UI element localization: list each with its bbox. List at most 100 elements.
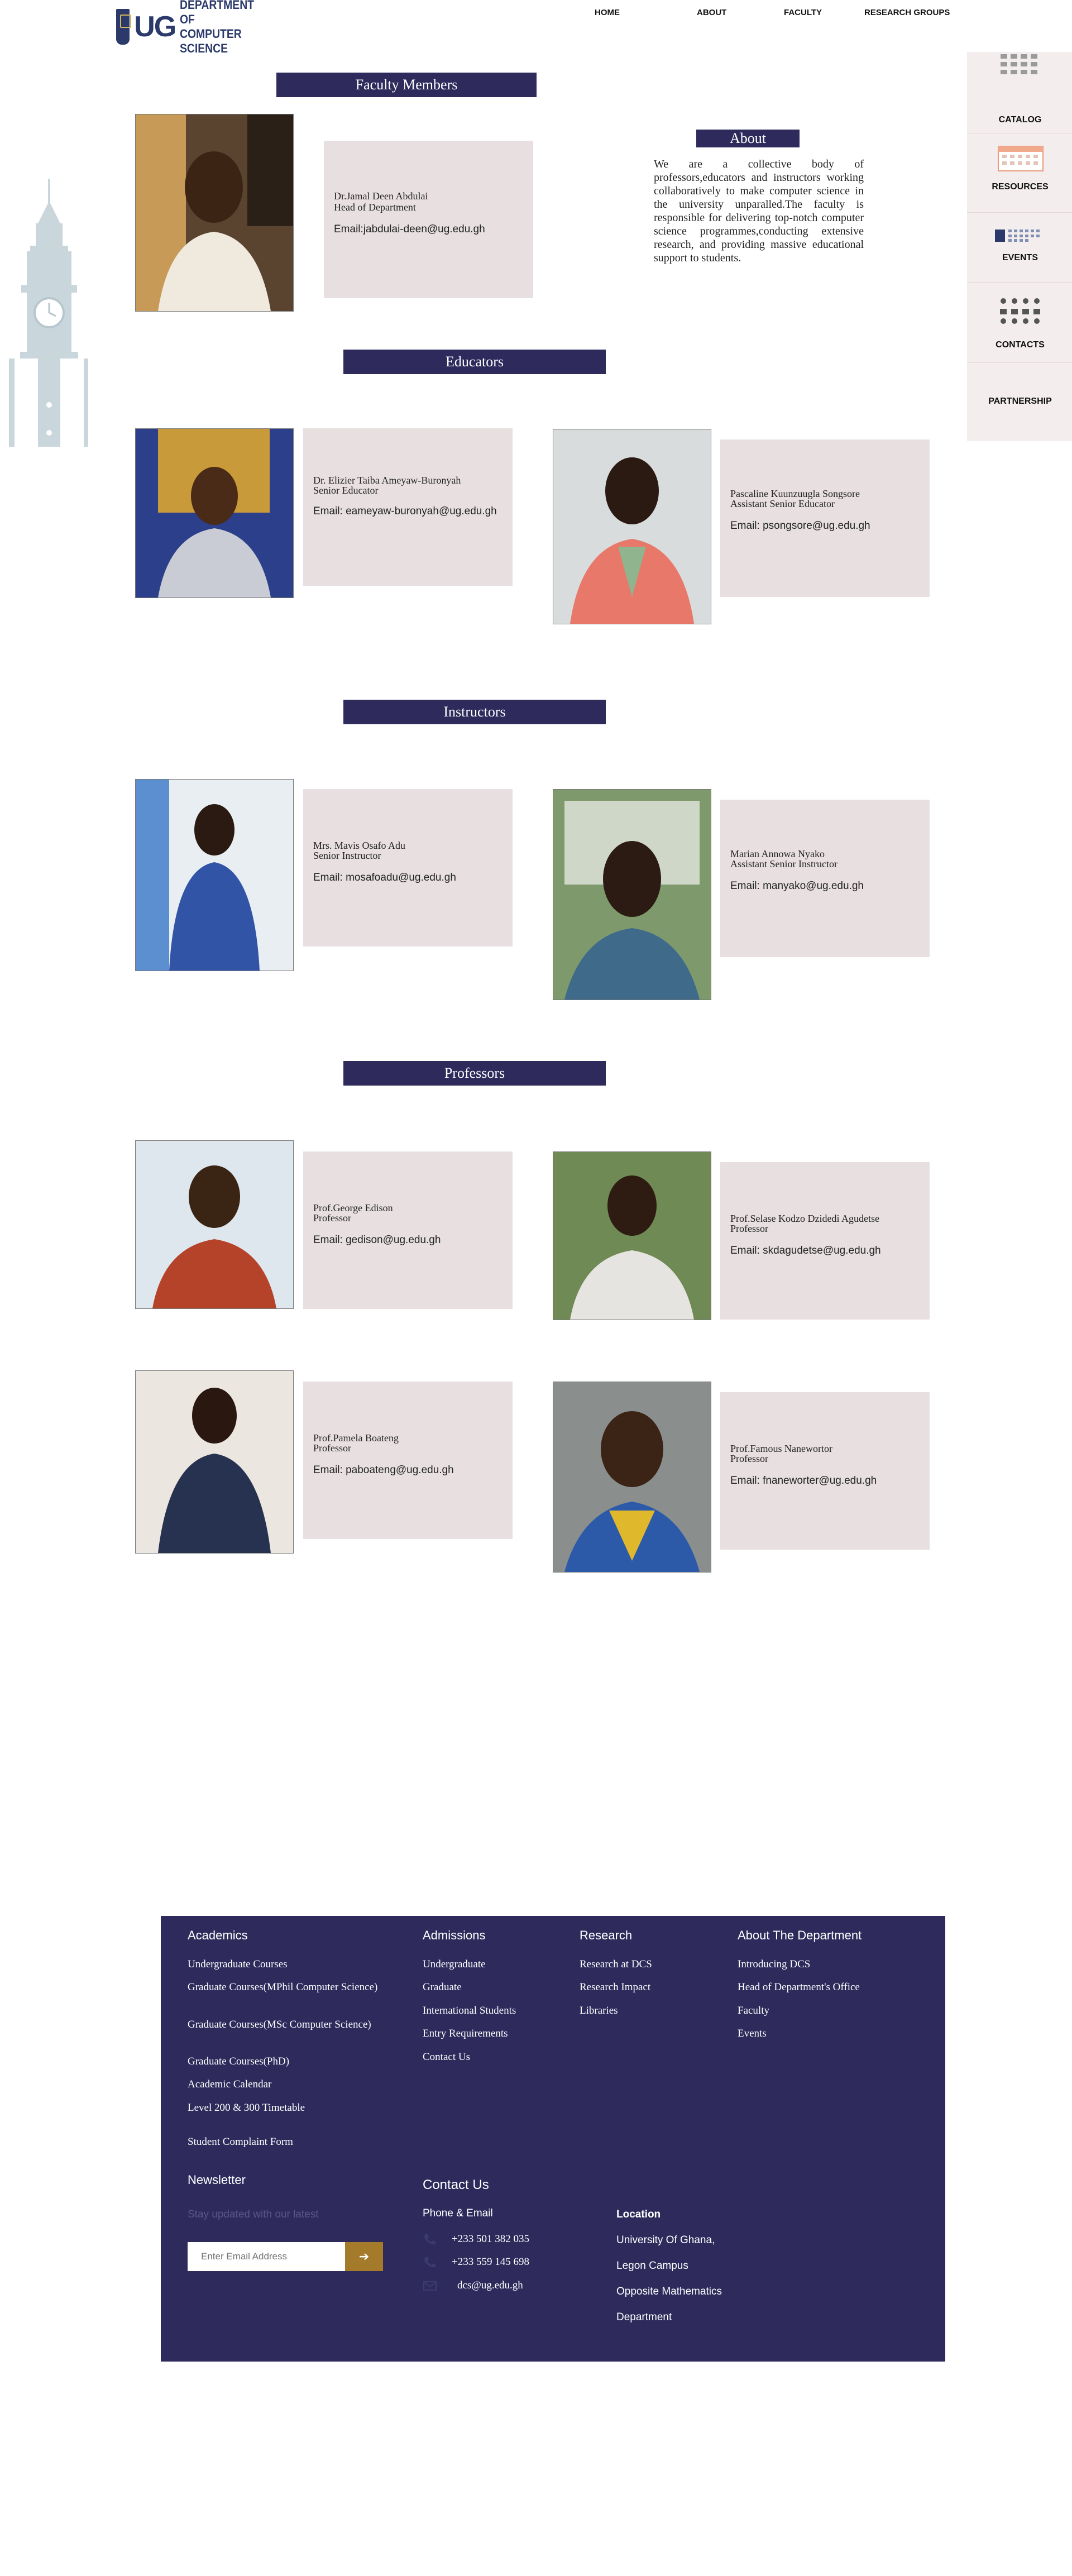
nav-faculty[interactable]: FACULTY [784, 8, 822, 19]
footer-link[interactable]: Head of Department's Office [738, 1981, 860, 1994]
footer-link[interactable]: Introducing DCS [738, 1958, 810, 1971]
footer-link[interactable]: Libraries [580, 2005, 618, 2017]
person-email[interactable]: Email: paboateng@ug.edu.gh [313, 1464, 454, 1476]
contact-subtitle: Phone & Email [423, 2207, 493, 2219]
footer-admissions-title: Admissions [423, 1928, 486, 1942]
phone-icon [424, 2234, 436, 2245]
card-instructor-1: Mrs. Mavis Osafo Adu Senior Instructor E… [303, 789, 513, 947]
person-email[interactable]: Email: mosafoadu@ug.edu.gh [313, 872, 456, 883]
person-email[interactable]: Email: fnaneworter@ug.edu.gh [730, 1475, 877, 1487]
person-email[interactable]: Email: psongsore@ug.edu.gh [730, 520, 870, 532]
person-email[interactable]: Email:jabdulai-deen@ug.edu.gh [334, 223, 485, 235]
person-role: Professor [313, 1212, 351, 1224]
events-icon [995, 230, 1040, 242]
person-name: Prof.Pamela Boateng [313, 1432, 399, 1444]
contacts-icon [1000, 298, 1040, 324]
calendar-icon [998, 146, 1044, 171]
card-educator-1: Dr. Elizier Taiba Ameyaw-Buronyah Senior… [303, 428, 513, 586]
logo-line-2: COMPUTER SCIENCE [180, 27, 242, 55]
person-role: Professor [730, 1223, 768, 1234]
person-role: Head of Department [334, 202, 416, 213]
footer-link[interactable]: International Students [423, 2005, 516, 2017]
footer-link[interactable]: Research at DCS [580, 1958, 652, 1971]
contact-phone-1[interactable]: +233 501 382 035 [452, 2233, 529, 2245]
footer-link[interactable]: Undergraduate [423, 1958, 486, 1971]
contact-email[interactable]: dcs@ug.edu.gh [457, 2279, 523, 2292]
quick-links-sidebar: CATALOG RESOURCES EVENTS CONTACTS PARTNE… [967, 52, 1072, 441]
section-title-instructors: Instructors [343, 700, 606, 724]
sidebar-divider [967, 362, 1072, 363]
footer-link[interactable]: Graduate Courses(MPhil Computer Science) [188, 1981, 389, 1994]
footer-link[interactable]: Graduate Courses(PhD) [188, 2056, 389, 2068]
newsletter-email-input[interactable] [188, 2242, 346, 2271]
contact-title: Contact Us [423, 2177, 489, 2192]
photo-instructor-1 [135, 779, 294, 971]
person-email[interactable]: Email: skdagudetse@ug.edu.gh [730, 1245, 881, 1256]
nav-about[interactable]: ABOUT [697, 8, 726, 19]
person-email[interactable]: Email: eameyaw-buronyah@ug.edu.gh [313, 505, 503, 517]
person-email[interactable]: Email: manyako@ug.edu.gh [730, 880, 864, 892]
photo-educator-2 [553, 429, 711, 624]
person-role: Professor [313, 1442, 351, 1454]
newsletter-title: Newsletter [188, 2173, 246, 2187]
location-line: Opposite Mathematics [616, 2286, 722, 2297]
photo-professor-3 [135, 1370, 294, 1554]
card-professor-1: Prof.George Edison Professor Email: gedi… [303, 1151, 513, 1309]
photo-hod [135, 114, 294, 312]
person-email[interactable]: Email: gedison@ug.edu.gh [313, 1234, 441, 1246]
footer-link[interactable]: Research Impact [580, 1981, 650, 1994]
catalog-icon [1001, 54, 1037, 74]
footer-link[interactable]: Graduate [423, 1981, 462, 1994]
footer-about-title: About The Department [738, 1928, 862, 1942]
logo-text: DEPARTMENT OF COMPUTER SCIENCE [180, 0, 284, 56]
sidebar-partnership[interactable]: PARTNERSHIP [967, 396, 1072, 407]
sidebar-divider [967, 282, 1072, 283]
footer-academics-title: Academics [188, 1928, 248, 1942]
portrait-image [553, 1382, 711, 1572]
contact-phone-2[interactable]: +233 559 145 698 [452, 2256, 529, 2268]
footer-link[interactable]: Student Complaint Form [188, 2136, 389, 2148]
nav-home[interactable]: HOME [595, 8, 620, 19]
footer-link[interactable]: Faculty [738, 2005, 769, 2017]
person-name: Dr.Jamal Deen Abdulai [334, 190, 428, 202]
footer-link[interactable]: Undergraduate Courses [188, 1958, 389, 1971]
sidebar-resources[interactable]: RESOURCES [967, 182, 1072, 192]
person-name: Prof.Selase Kodzo Dzidedi Agudetse [730, 1213, 879, 1224]
card-educator-2: Pascaline Kuunzuugla Songsore Assistant … [720, 439, 930, 597]
newsletter-submit-button[interactable]: ➔ [345, 2242, 383, 2271]
photo-professor-2 [553, 1151, 711, 1320]
person-role: Assistant Senior Educator [730, 498, 835, 509]
sidebar-contacts[interactable]: CONTACTS [967, 340, 1072, 350]
location-line: Legon Campus [616, 2260, 688, 2272]
section-title-faculty: Faculty Members [276, 73, 537, 97]
footer-link[interactable]: Graduate Courses(MSc Computer Science) [188, 2019, 389, 2031]
email-icon [423, 2281, 437, 2291]
footer-research-title: Research [580, 1928, 633, 1942]
logo-line-1: DEPARTMENT OF [180, 0, 255, 26]
location-line: Department [616, 2311, 672, 2323]
portrait-image [553, 429, 711, 624]
person-role: Senior Educator [313, 485, 379, 496]
sidebar-catalog[interactable]: CATALOG [967, 115, 1072, 125]
card-professor-4: Prof.Famous Nanewortor Professor Email: … [720, 1392, 930, 1550]
footer-link[interactable]: Academic Calendar [188, 2078, 389, 2091]
portrait-image [136, 780, 293, 971]
site-logo[interactable]: UG DEPARTMENT OF COMPUTER SCIENCE [116, 0, 284, 55]
nav-research-groups[interactable]: RESEARCH GROUPS [864, 8, 950, 19]
portrait-image [136, 114, 293, 311]
footer-link[interactable]: Entry Requirements [423, 2028, 508, 2040]
person-role: Professor [730, 1453, 768, 1464]
portrait-image [553, 790, 711, 1000]
ug-crest-icon [116, 9, 132, 45]
footer-link[interactable]: Contact Us [423, 2051, 470, 2063]
footer-link[interactable]: Level 200 & 300 Timetable [188, 2102, 389, 2114]
card-professor-2: Prof.Selase Kodzo Dzidedi Agudetse Profe… [720, 1162, 930, 1320]
sidebar-events[interactable]: EVENTS [967, 253, 1072, 263]
footer-link[interactable]: Events [738, 2028, 767, 2040]
person-name: Mrs. Mavis Osafo Adu [313, 840, 405, 851]
location-title: Location [616, 2209, 661, 2220]
portrait-image [136, 1371, 293, 1553]
phone-icon [424, 2257, 436, 2268]
card-professor-3: Prof.Pamela Boateng Professor Email: pab… [303, 1382, 513, 1539]
site-footer: Academics Undergraduate Courses Graduate… [161, 1916, 945, 2362]
